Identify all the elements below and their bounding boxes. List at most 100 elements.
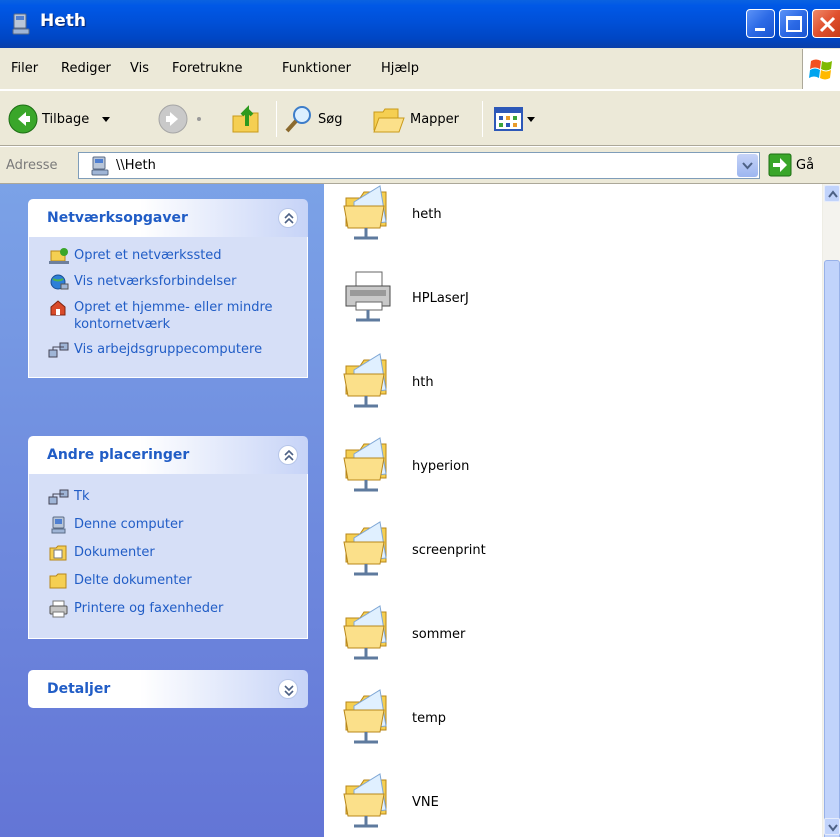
dropdown-arrow-icon xyxy=(102,117,111,122)
home-network-icon xyxy=(50,300,66,316)
share-label: temp xyxy=(412,710,447,726)
dropdown-arrow-icon xyxy=(527,117,535,122)
scroll-thumb[interactable] xyxy=(824,260,840,837)
address-value: \\Heth xyxy=(116,158,156,173)
task-add-network-place[interactable]: Opret et netværkssted xyxy=(29,247,307,265)
address-bar: Adresse \\Heth Gå xyxy=(0,146,840,184)
windows-flag-icon xyxy=(809,59,832,80)
forward-arrow-icon xyxy=(158,104,188,134)
standard-toolbar: Tilbage Søg Mapper xyxy=(0,90,840,146)
share-label: HPLaserJ xyxy=(412,290,469,306)
minimize-button[interactable] xyxy=(746,9,775,38)
workgroup-icon xyxy=(48,489,69,505)
network-connections-icon xyxy=(50,274,69,290)
maximize-icon xyxy=(786,16,802,32)
file-view: heth HPLaserJ hth hyperion screenprint s… xyxy=(324,184,822,837)
share-vne[interactable]: VNE xyxy=(340,770,439,834)
go-arrow-icon xyxy=(768,153,792,177)
network-tasks-body: Opret et netværkssted Vis netværksforbin… xyxy=(28,237,308,378)
shared-folder-icon xyxy=(343,773,387,828)
dropdown-arrow-icon xyxy=(197,117,201,121)
scroll-up-button[interactable] xyxy=(824,185,840,202)
workgroup-icon xyxy=(48,342,69,358)
place-my-computer[interactable]: Denne computer xyxy=(29,516,307,534)
share-hth[interactable]: hth xyxy=(340,350,434,414)
network-tasks-header[interactable]: Netværksopgaver xyxy=(28,199,308,237)
forward-button[interactable] xyxy=(158,99,204,139)
address-input[interactable]: \\Heth xyxy=(78,152,760,179)
chevron-down-icon xyxy=(742,162,753,170)
go-button[interactable]: Gå xyxy=(768,153,814,177)
shared-documents-icon xyxy=(49,573,67,589)
close-button[interactable] xyxy=(812,9,840,38)
close-icon xyxy=(819,16,836,33)
network-computer-icon xyxy=(12,13,30,35)
my-computer-icon xyxy=(51,516,66,534)
add-network-place-icon xyxy=(49,248,69,264)
toolbar-separator xyxy=(482,101,483,137)
menu-rediger[interactable]: Rediger xyxy=(61,61,111,76)
collapse-button[interactable] xyxy=(278,208,298,228)
share-screenprint[interactable]: screenprint xyxy=(340,518,486,582)
vertical-scrollbar[interactable] xyxy=(822,184,840,837)
other-places-panel: Andre placeringer Tk Denne computer Doku… xyxy=(28,436,308,639)
task-home-network[interactable]: Opret et hjemme- eller mindre kontornetv… xyxy=(29,299,307,333)
share-label: VNE xyxy=(412,794,439,810)
up-folder-button[interactable] xyxy=(230,99,264,139)
back-arrow-icon xyxy=(8,104,38,134)
expand-button[interactable] xyxy=(278,679,298,699)
panel-title: Detaljer xyxy=(47,681,111,697)
scroll-down-button[interactable] xyxy=(824,818,840,835)
documents-icon xyxy=(49,545,67,561)
menu-funktioner[interactable]: Funktioner xyxy=(282,61,351,76)
back-button[interactable]: Tilbage xyxy=(8,99,113,139)
views-button[interactable] xyxy=(494,99,536,139)
menu-foretrukne[interactable]: Foretrukne xyxy=(172,61,242,76)
task-workgroup-computers[interactable]: Vis arbejdsgruppecomputere xyxy=(29,341,307,359)
shared-folder-icon xyxy=(343,353,387,408)
place-printers-faxes[interactable]: Printere og faxenheder xyxy=(29,600,307,618)
place-documents[interactable]: Dokumenter xyxy=(29,544,307,562)
title-bar[interactable]: Heth xyxy=(0,0,840,48)
panel-title: Netværksopgaver xyxy=(47,210,188,226)
share-label: heth xyxy=(412,206,442,222)
share-label: sommer xyxy=(412,626,466,642)
printers-icon xyxy=(49,600,68,618)
shared-folder-icon xyxy=(343,689,387,744)
network-printer-icon xyxy=(345,271,391,322)
details-header[interactable]: Detaljer xyxy=(28,670,308,708)
menu-filer[interactable]: Filer xyxy=(11,61,38,76)
chevron-down-double-icon xyxy=(284,685,294,697)
share-temp[interactable]: temp xyxy=(340,686,446,750)
up-folder-icon xyxy=(232,105,259,133)
maximize-button[interactable] xyxy=(779,9,808,38)
search-button[interactable]: Søg xyxy=(284,99,342,139)
chevron-up-double-icon xyxy=(284,212,294,224)
share-hplaserj[interactable]: HPLaserJ xyxy=(340,266,469,330)
window-title: Heth xyxy=(40,11,86,31)
shared-folder-icon xyxy=(343,437,387,492)
address-dropdown-button[interactable] xyxy=(737,154,758,177)
share-heth[interactable]: heth xyxy=(340,182,442,246)
task-pane: Netværksopgaver Opret et netværkssted Vi… xyxy=(0,184,324,837)
chevron-down-icon xyxy=(828,824,838,832)
collapse-button[interactable] xyxy=(278,445,298,465)
share-label: hth xyxy=(412,374,434,390)
chevron-up-icon xyxy=(828,190,838,198)
share-sommer[interactable]: sommer xyxy=(340,602,465,666)
share-label: screenprint xyxy=(412,542,486,558)
menu-vis[interactable]: Vis xyxy=(130,61,149,76)
share-label: hyperion xyxy=(412,458,470,474)
shared-folder-icon xyxy=(343,605,387,660)
other-places-header[interactable]: Andre placeringer xyxy=(28,436,308,474)
address-label: Adresse xyxy=(6,158,58,173)
place-tk[interactable]: Tk xyxy=(29,488,307,506)
panel-title: Andre placeringer xyxy=(47,447,190,463)
place-shared-documents[interactable]: Delte dokumenter xyxy=(29,572,307,590)
other-places-body: Tk Denne computer Dokumenter Delte dokum… xyxy=(28,474,308,639)
folders-button[interactable]: Mapper xyxy=(372,99,459,139)
share-hyperion[interactable]: hyperion xyxy=(340,434,469,498)
menu-hjaelp[interactable]: Hjælp xyxy=(381,61,419,76)
task-network-connections[interactable]: Vis netværksforbindelser xyxy=(29,273,307,291)
search-icon xyxy=(285,106,311,133)
